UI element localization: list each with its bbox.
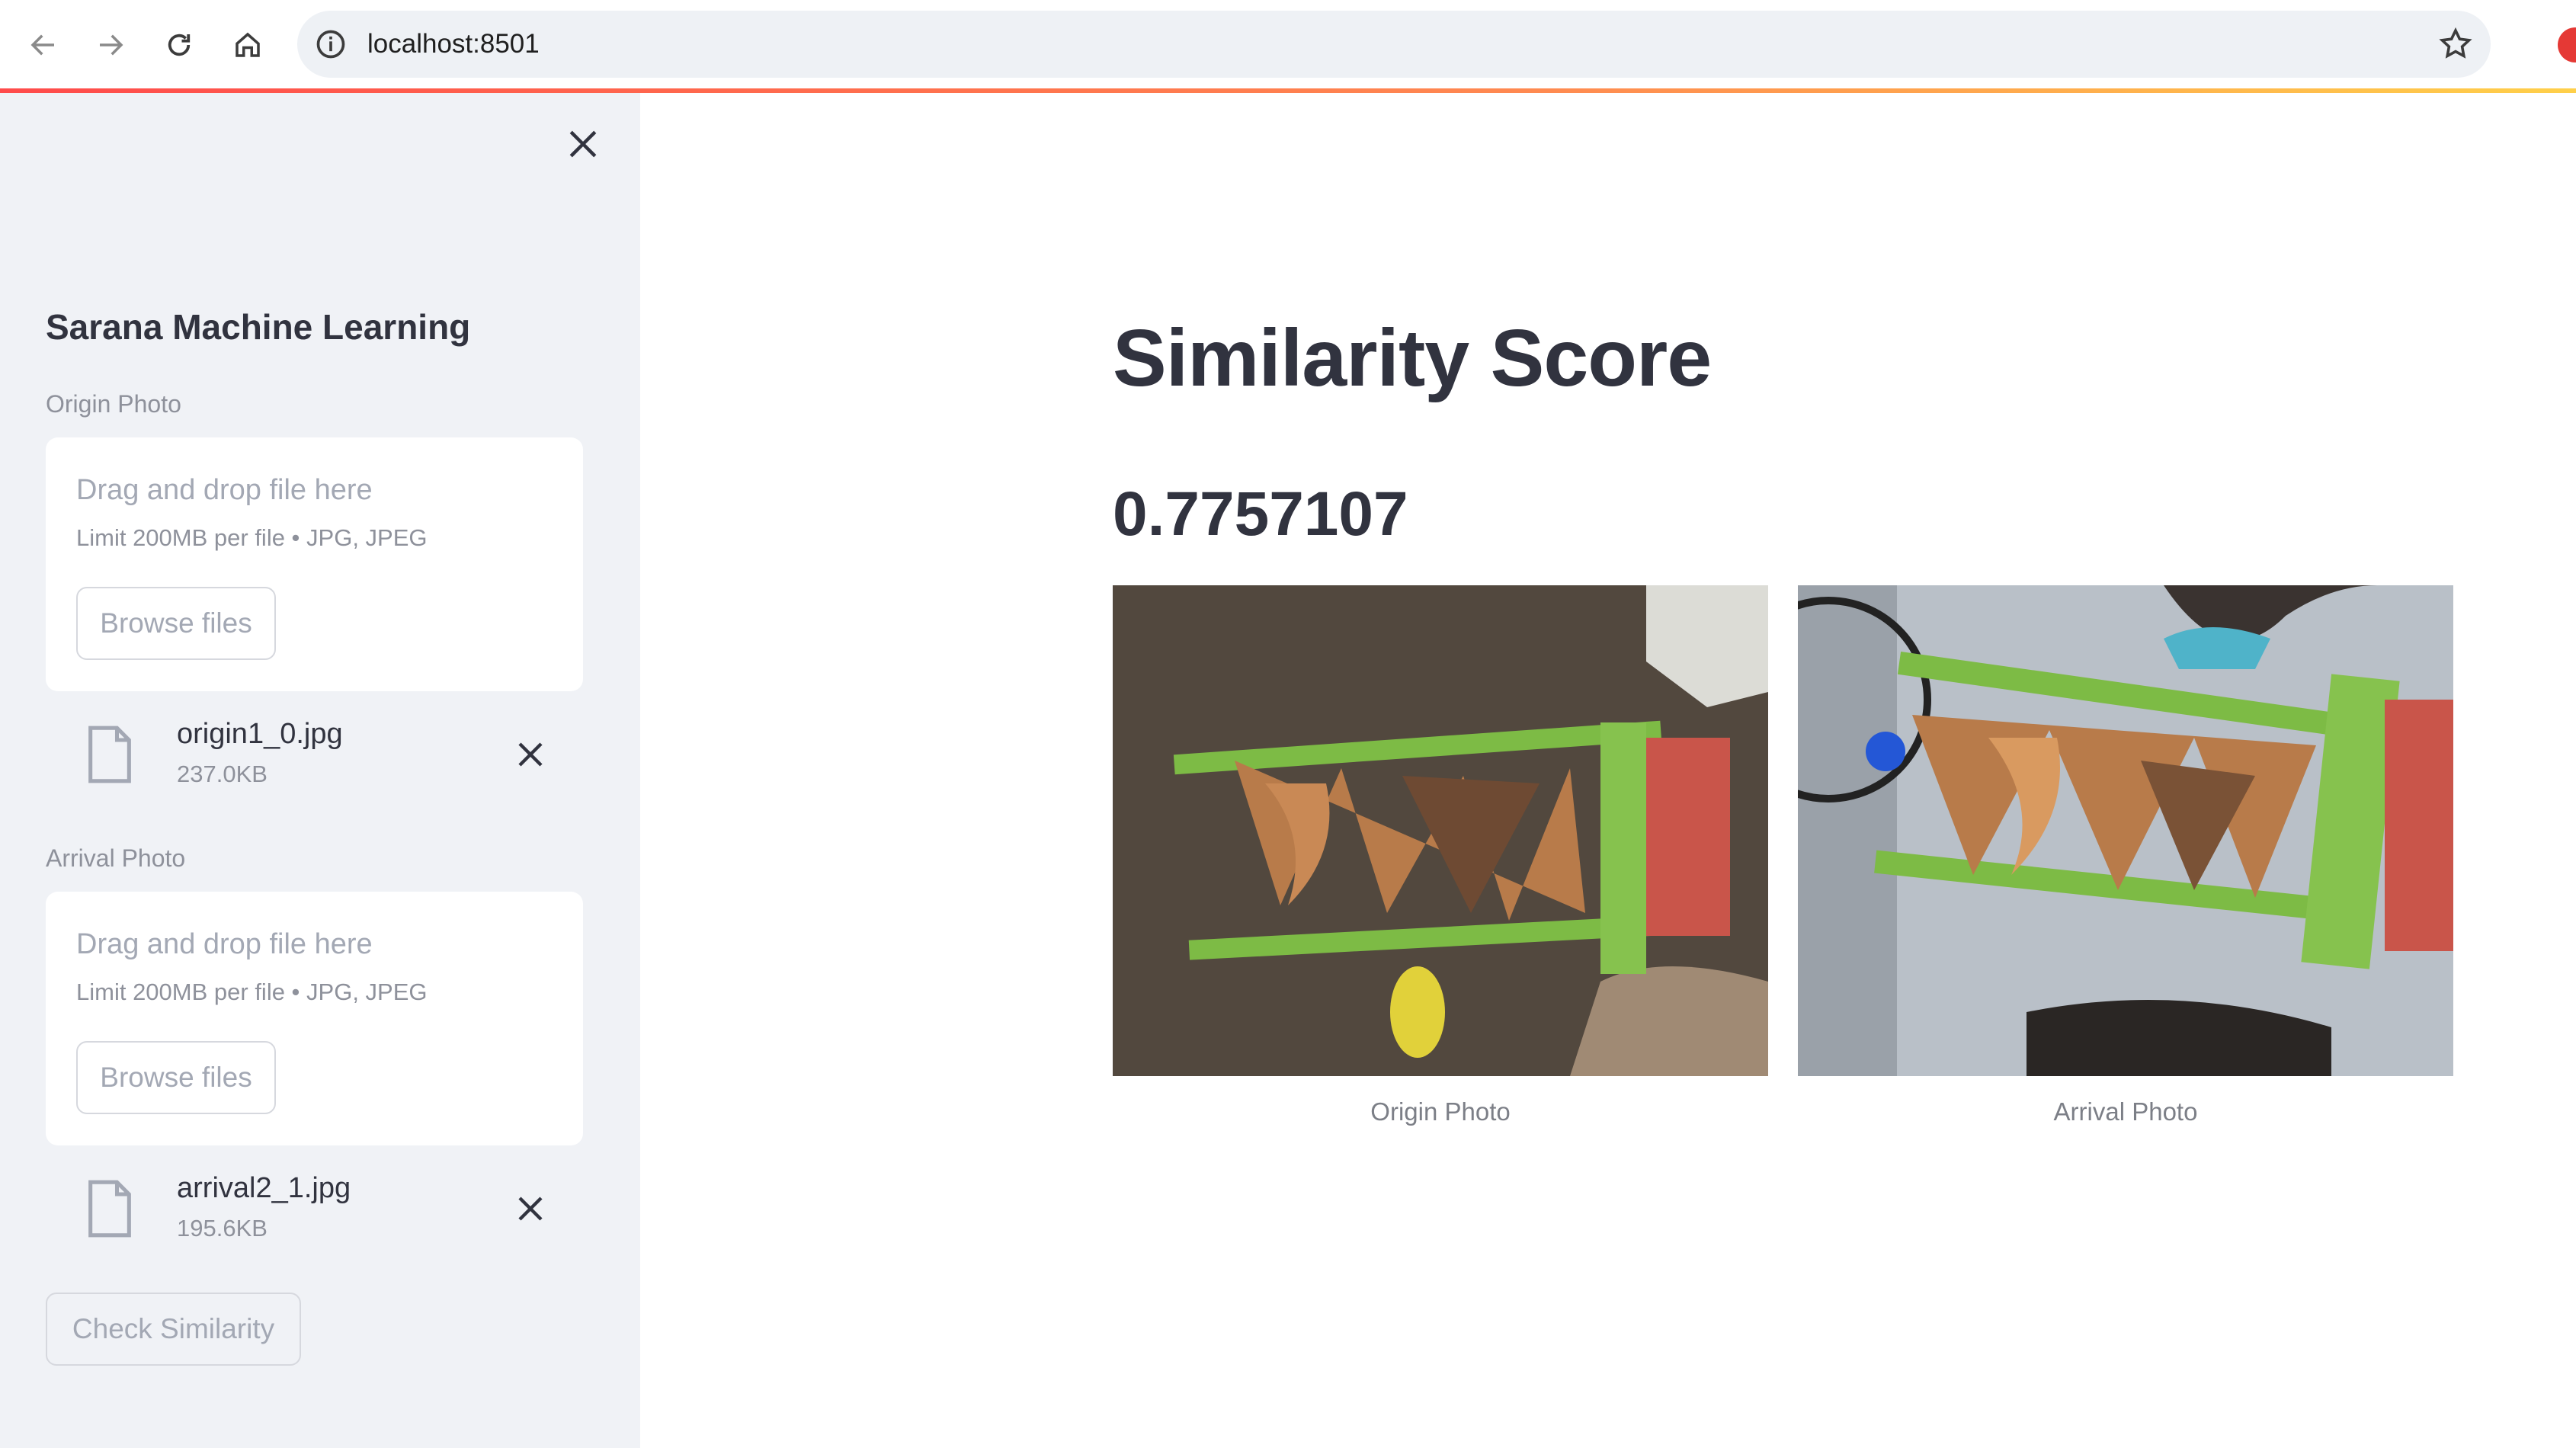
file-icon bbox=[88, 1180, 131, 1238]
origin-file-item: origin1_0.jpg 237.0KB bbox=[46, 710, 583, 802]
dropzone-instruction: Drag and drop file here bbox=[76, 474, 373, 506]
remove-file-icon[interactable] bbox=[512, 736, 549, 773]
browser-toolbar: localhost:8501 bbox=[0, 0, 2576, 91]
arrival-photo-label: Arrival Photo bbox=[46, 844, 186, 872]
arrival-dropzone[interactable]: Drag and drop file here Limit 200MB per … bbox=[46, 892, 583, 1145]
arrival-file-item: arrival2_1.jpg 195.6KB bbox=[46, 1164, 583, 1256]
similarity-score-value: 0.7757107 bbox=[1113, 479, 1408, 549]
file-name: origin1_0.jpg bbox=[177, 718, 343, 750]
arrival-browse-button[interactable]: Browse files bbox=[76, 1041, 276, 1114]
file-size: 237.0KB bbox=[177, 761, 268, 787]
origin-dropzone[interactable]: Drag and drop file here Limit 200MB per … bbox=[46, 437, 583, 691]
file-name: arrival2_1.jpg bbox=[177, 1172, 351, 1204]
info-icon[interactable] bbox=[314, 27, 348, 61]
reload-icon[interactable] bbox=[160, 26, 198, 64]
dropzone-limit: Limit 200MB per file • JPG, JPEG bbox=[76, 979, 428, 1005]
home-icon[interactable] bbox=[229, 26, 267, 64]
origin-photo-image bbox=[1113, 585, 1768, 1076]
arrival-photo-caption: Arrival Photo bbox=[2053, 1097, 2198, 1126]
extension-icon[interactable] bbox=[2558, 27, 2576, 62]
star-icon[interactable] bbox=[2437, 26, 2474, 62]
file-size: 195.6KB bbox=[177, 1215, 268, 1241]
back-arrow-icon[interactable] bbox=[24, 26, 62, 64]
origin-browse-button[interactable]: Browse files bbox=[76, 587, 276, 660]
dropzone-instruction: Drag and drop file here bbox=[76, 928, 373, 960]
address-bar[interactable]: localhost:8501 bbox=[297, 11, 2491, 78]
arrival-photo-image bbox=[1798, 585, 2453, 1076]
origin-photo-caption: Origin Photo bbox=[1370, 1097, 1511, 1126]
check-similarity-button[interactable]: Check Similarity bbox=[46, 1293, 301, 1366]
file-icon bbox=[88, 726, 131, 783]
url-text[interactable]: localhost:8501 bbox=[367, 27, 540, 61]
remove-file-icon[interactable] bbox=[512, 1190, 549, 1227]
sidebar: Sarana Machine Learning Origin Photo Dra… bbox=[0, 93, 640, 1448]
origin-photo-label: Origin Photo bbox=[46, 390, 181, 418]
close-icon[interactable] bbox=[562, 123, 604, 165]
page-title: Similarity Score bbox=[1113, 313, 1712, 403]
dropzone-limit: Limit 200MB per file • JPG, JPEG bbox=[76, 524, 428, 551]
forward-arrow-icon[interactable] bbox=[91, 26, 130, 64]
sidebar-title: Sarana Machine Learning bbox=[46, 307, 471, 347]
